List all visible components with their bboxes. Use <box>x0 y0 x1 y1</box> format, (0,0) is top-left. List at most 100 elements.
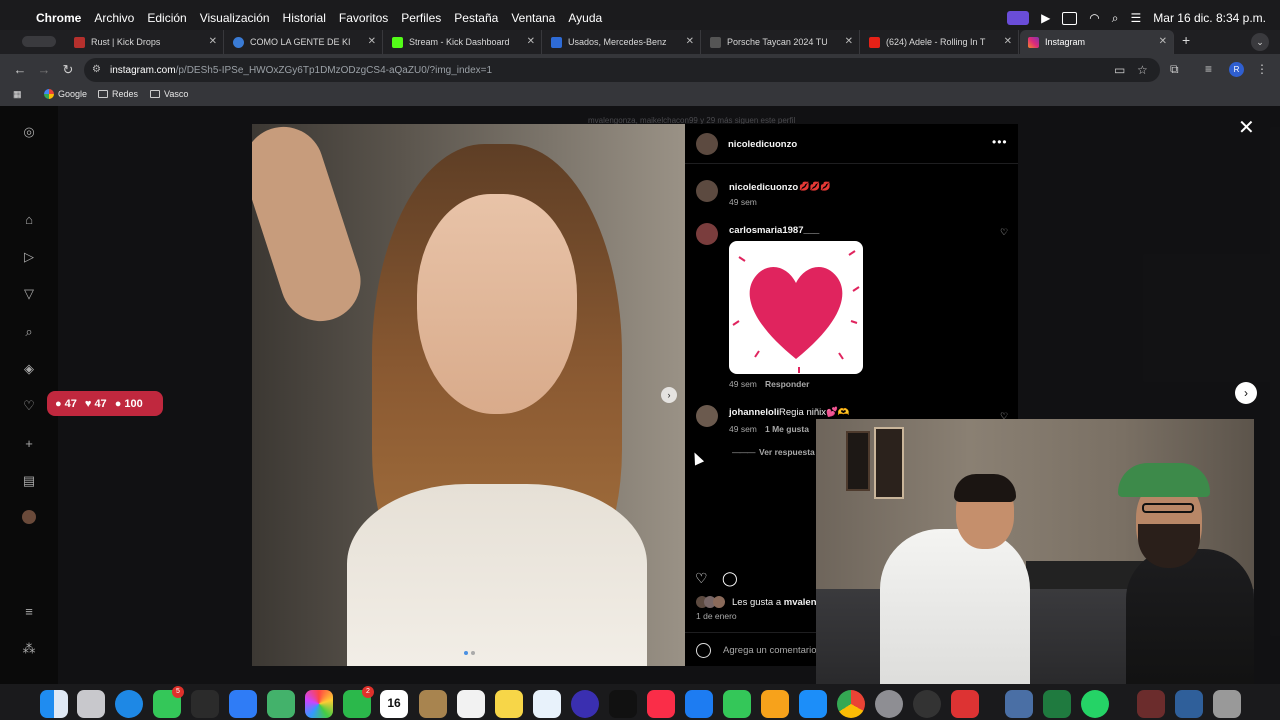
downloads-icon[interactable] <box>1175 690 1203 718</box>
commenter-avatar[interactable] <box>696 223 718 245</box>
comment-input[interactable]: Agrega un comentario <box>723 645 816 656</box>
notes-icon[interactable] <box>495 690 523 718</box>
apple-tv-icon[interactable] <box>609 690 637 718</box>
excel-icon[interactable] <box>1043 690 1071 718</box>
screen-share-icon[interactable] <box>1007 11 1030 25</box>
tab-close-icon[interactable]: ✕ <box>686 36 694 47</box>
menu-ayuda[interactable]: Ayuda <box>568 11 602 25</box>
comment-username[interactable]: johanneloli <box>729 407 779 418</box>
post-image[interactable]: › <box>252 124 685 666</box>
tab-close-icon[interactable]: ✕ <box>527 36 535 47</box>
safari-icon[interactable] <box>115 690 143 718</box>
forward-arrow-icon[interactable]: → <box>36 62 52 78</box>
carousel-next-icon[interactable]: › <box>661 387 677 403</box>
menu-app-name[interactable]: Chrome <box>36 11 81 25</box>
direct-messages-icon[interactable]: ▽ <box>21 286 37 302</box>
profile-avatar[interactable] <box>22 510 36 524</box>
maps-icon[interactable] <box>267 690 295 718</box>
contacts-icon[interactable] <box>419 690 447 718</box>
caption-username[interactable]: nicoledicuonzo <box>729 182 798 193</box>
like-heart-icon[interactable]: ♡ <box>695 570 708 587</box>
tab-porsche[interactable]: Porsche Taycan 2024 TURBO ✕ <box>702 30 860 54</box>
post-author[interactable]: nicoledicuonzo <box>728 139 797 150</box>
site-info-icon[interactable]: ⚙ <box>92 64 104 76</box>
more-options-icon[interactable]: ••• <box>992 135 1008 149</box>
liked-by-text[interactable]: Les gusta a mvalen <box>732 597 817 608</box>
address-bar[interactable]: ⚙ instagram.com/p/DESh5-IPSe_HWOxZGy6Tp1… <box>84 58 1160 82</box>
menubar-clock[interactable]: Mar 16 dic. 8:34 p.m. <box>1153 11 1266 25</box>
tab-kick-dashboard[interactable]: Stream - Kick Dashboard ✕ <box>384 30 542 54</box>
comment-icon[interactable]: ◯ <box>722 570 738 587</box>
numbers-icon[interactable] <box>723 690 751 718</box>
reply-link[interactable]: Responder <box>765 379 809 389</box>
trash-icon[interactable] <box>1213 690 1241 718</box>
reminders-icon[interactable] <box>457 690 485 718</box>
more-menu-icon[interactable]: ≡ <box>21 604 37 620</box>
finder-icon[interactable] <box>40 690 68 718</box>
tab-youtube-adele[interactable]: (624) Adele - Rolling In The D ✕ <box>861 30 1019 54</box>
pages-icon[interactable] <box>761 690 789 718</box>
whatsapp-icon[interactable] <box>1081 690 1109 718</box>
comment-username[interactable]: carlosmaria1987___ <box>729 225 819 236</box>
control-center-icon[interactable]: ☰ <box>1131 11 1142 25</box>
chrome-icon[interactable] <box>837 690 865 718</box>
instagram-logo-icon[interactable]: ◎ <box>21 124 37 140</box>
bookmark-star-icon[interactable]: ☆ <box>1137 63 1148 77</box>
tab-mercedes[interactable]: Usados, Mercedes-Benz Vehí ✕ <box>543 30 701 54</box>
menu-archivo[interactable]: Archivo <box>94 11 134 25</box>
menu-edicion[interactable]: Edición <box>147 11 186 25</box>
reels-icon[interactable]: ▷ <box>21 249 37 265</box>
menu-pestana[interactable]: Pestaña <box>454 11 498 25</box>
terminal-icon[interactable] <box>191 690 219 718</box>
explore-icon[interactable]: ◈ <box>21 361 37 377</box>
mail-icon[interactable] <box>229 690 257 718</box>
menu-favoritos[interactable]: Favoritos <box>339 11 388 25</box>
bookmark-google[interactable]: Google <box>44 89 87 99</box>
notification-bubble[interactable]: ● 47 ♥ 47 ● 100 <box>47 391 163 416</box>
wifi-icon[interactable]: ◠ <box>1089 11 1099 25</box>
menu-historial[interactable]: Historial <box>283 11 326 25</box>
tab-close-icon[interactable]: ✕ <box>1159 36 1167 47</box>
preview-icon[interactable] <box>1005 690 1033 718</box>
tab-close-icon[interactable]: ✕ <box>368 36 376 47</box>
next-post-icon[interactable]: › <box>1235 382 1257 404</box>
play-icon[interactable]: ▶ <box>1041 11 1050 25</box>
extensions-icon[interactable]: ⧉ <box>1170 62 1179 77</box>
xcode-icon[interactable] <box>799 690 827 718</box>
battery-icon[interactable] <box>1062 11 1078 25</box>
launchpad-icon[interactable] <box>77 690 105 718</box>
like-comment-heart-icon[interactable]: ♡ <box>1000 227 1008 238</box>
menu-visualizacion[interactable]: Visualización <box>200 11 270 25</box>
recent-app-icon[interactable] <box>1137 690 1165 718</box>
search-icon[interactable]: ⌕ <box>1112 11 1119 26</box>
back-arrow-icon[interactable]: ← <box>12 62 28 78</box>
kebab-menu-icon[interactable]: ⋮ <box>1256 62 1268 76</box>
close-icon[interactable]: ✕ <box>1238 118 1255 138</box>
tab-como-la-gente[interactable]: COMO LA GENTE DE KICK SE ✕ <box>225 30 383 54</box>
author-avatar[interactable] <box>696 133 718 155</box>
dashboard-icon[interactable]: ▤ <box>21 473 37 489</box>
notifications-heart-icon[interactable]: ♡ <box>21 398 37 414</box>
reading-list-icon[interactable]: ≡ <box>1205 62 1212 76</box>
music-icon[interactable] <box>647 690 675 718</box>
new-tab-button[interactable]: + <box>1182 32 1190 48</box>
freeform-icon[interactable] <box>533 690 561 718</box>
menu-perfiles[interactable]: Perfiles <box>401 11 441 25</box>
emoji-icon[interactable] <box>696 643 711 658</box>
home-icon[interactable]: ⌂ <box>21 212 37 228</box>
apps-grid-icon[interactable]: ▦ <box>13 89 22 100</box>
reload-icon[interactable]: ↻ <box>60 62 76 78</box>
obs-icon[interactable] <box>913 690 941 718</box>
tab-search-chevron-icon[interactable]: ⌄ <box>1251 33 1269 51</box>
siri-icon[interactable] <box>571 690 599 718</box>
liked-by-user[interactable]: mvalen <box>784 597 817 608</box>
tab-group-chip[interactable] <box>22 36 56 47</box>
tab-close-icon[interactable]: ✕ <box>845 36 853 47</box>
create-icon[interactable]: + <box>21 436 37 452</box>
system-settings-icon[interactable] <box>875 690 903 718</box>
menu-ventana[interactable]: Ventana <box>511 11 555 25</box>
tab-instagram[interactable]: Instagram ✕ <box>1020 30 1174 54</box>
tab-close-icon[interactable]: ✕ <box>1004 36 1012 47</box>
commenter-avatar[interactable] <box>696 405 718 427</box>
bookmark-redes[interactable]: Redes <box>98 89 138 99</box>
